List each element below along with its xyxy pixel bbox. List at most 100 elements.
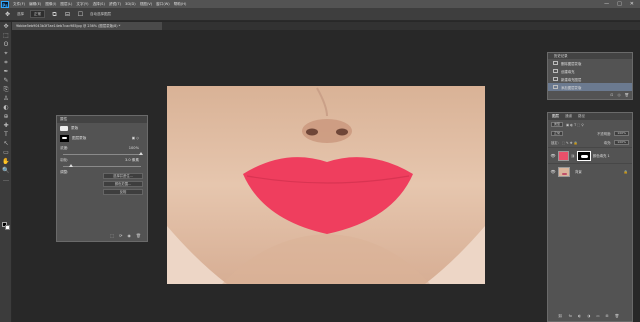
tool-icon[interactable]: … [0,175,12,184]
background-thumbnail[interactable] [558,166,570,177]
tool-icon[interactable]: ✚ [0,121,12,130]
apply-mask-icon[interactable]: ⟳ [119,233,122,238]
menu-edit[interactable]: 编辑(E) [29,2,41,7]
history-item[interactable]: 删除图层蒙版 [548,59,632,67]
density-slider[interactable] [63,152,143,155]
layer-filter-row: 类型 ▣ ◐ T ⬚ ⚲ [548,120,632,129]
kind-filter-select[interactable]: 类型 [551,122,564,127]
menu-view[interactable]: 视图(V) [140,2,152,7]
menu-image[interactable]: 图像(I) [45,2,56,7]
new-layer-icon[interactable]: ⊞ [606,314,609,318]
tool-icon[interactable]: ⊕ [0,112,12,121]
color-fill-thumbnail[interactable] [558,150,569,161]
history-step-icon [553,69,558,73]
chain-icon[interactable]: ⛓ [571,154,575,158]
mask-type-icons[interactable]: ▣ ◇ [132,136,139,140]
history-item-selected[interactable]: 添加图层蒙版 [548,83,632,91]
lock-icons[interactable]: ⬚ ✎ ✥ 🔒 [562,141,578,145]
tool-icon[interactable]: ✋ [0,157,12,166]
menu-file[interactable]: 文件(F) [13,2,25,7]
adjustment-layer-icon[interactable]: ◑ [587,314,590,318]
tool-icon[interactable]: ʘ [0,40,12,49]
menu-window[interactable]: 窗口(W) [156,2,170,7]
options-bar: ✥ 选择 正常 ⧉ ⊟ ☐ 自动选择图层 [0,8,640,21]
density-slider-knob[interactable] [139,152,143,155]
minimize-button[interactable]: — [604,1,609,7]
layer-row-color-fill[interactable]: 👁 ⛓ 颜色填充 1 [548,147,632,163]
maximize-button[interactable]: □ [617,1,622,7]
menu-layer[interactable]: 图层(L) [60,2,72,7]
density-value[interactable]: 100% [129,146,139,150]
menu-filter[interactable]: 滤镜(T) [109,2,121,7]
history-item-label: 添加图层蒙版 [561,85,582,90]
new-group-icon[interactable]: ▭ [596,314,599,318]
history-item[interactable]: 新建填充图层 [548,75,632,83]
tool-icon[interactable]: ✥ [0,22,12,31]
tool-icon[interactable]: T [0,130,12,139]
new-document-icon[interactable]: ⊡ [611,93,614,97]
tool-icon[interactable]: ↖ [0,139,12,148]
tab-channels[interactable]: 通道 [565,113,572,120]
layer-mask-thumbnail[interactable] [576,150,591,161]
snapshot-icon[interactable]: ◎ [617,93,620,97]
tool-icon[interactable]: ⌗ [0,58,12,67]
align-icon[interactable]: ⊟ [64,11,71,18]
tool-icon[interactable]: ✒ [0,67,12,76]
properties-title: 属性 [57,116,147,123]
move-tool-icon[interactable]: ✥ [4,11,11,18]
feather-value[interactable]: 3.0 像素 [125,158,139,163]
fx-icon[interactable]: fx [569,314,572,318]
menu-type[interactable]: 文字(Y) [76,2,88,7]
mask-label: 蒙版 [71,125,79,130]
document-tab[interactable]: 9bbbe5eb9043b3f7ae14eb7cac985jpg @ 236% … [12,22,162,30]
opacity-input[interactable]: 100% [614,131,629,136]
menu-help[interactable]: 帮助(H) [174,2,187,7]
tab-layers[interactable]: 图层 [552,113,559,120]
tab-paths[interactable]: 路径 [578,113,585,120]
tool-icon[interactable]: ♙ [0,94,12,103]
tool-icon[interactable]: ⌖ [0,49,12,58]
delete-layer-icon[interactable]: 🗑 [615,314,620,318]
blend-mode-select[interactable]: 正常 [551,131,564,136]
menu-3d[interactable]: 3D(D) [125,2,136,6]
history-item-label: 新建填充图层 [561,77,582,82]
checkbox-icon[interactable]: ☐ [77,11,84,18]
density-label: 浓度: [60,145,69,150]
feather-slider-knob[interactable] [68,164,73,167]
invert-button[interactable]: 反相 [103,189,143,195]
eye-icon[interactable]: 👁 [550,153,556,158]
lock-row: 锁定: ⬚ ✎ ✥ 🔒 填充: 100% [548,138,632,147]
window-controls: — □ ✕ [604,1,634,7]
history-item[interactable]: 创建填充 [548,67,632,75]
feather-slider[interactable] [63,164,141,167]
background-color-swatch[interactable] [5,225,10,230]
filter-icons[interactable]: ▣ ◐ T ⬚ ⚲ [566,123,584,127]
tool-icon[interactable]: ✎ [0,76,12,85]
tool-icon[interactable]: ▭ [0,148,12,157]
tool-icon[interactable]: ◐ [0,103,12,112]
link-layers-icon[interactable]: ⛓ [558,314,563,318]
close-button[interactable]: ✕ [630,1,634,7]
menu-bar: Ps 文件(F) 编辑(E) 图像(I) 图层(L) 文字(Y) 选择(S) 滤… [0,0,640,8]
delete-mask-icon[interactable]: 🗑 [136,233,141,238]
trash-icon[interactable]: 🗑 [625,93,629,97]
menu-select[interactable]: 选择(S) [93,2,105,7]
fill-input[interactable]: 100% [614,140,629,145]
select-and-mask-button[interactable]: 选择并遮住... [103,173,143,179]
layer-mask-label: 图层蒙版 [72,135,87,140]
layer-name: 背景 [575,170,582,174]
tool-icon[interactable]: ⎘ [0,85,12,94]
transform-icon[interactable]: ⧉ [51,11,58,18]
layer-row-background[interactable]: 👁 背景 🔒 [548,163,632,179]
color-range-button[interactable]: 颜色范围... [103,181,143,187]
tool-icon[interactable]: 🔍 [0,166,12,175]
history-panel: 历史记录 删除图层蒙版 创建填充 新建填充图层 添加图层蒙版 ⊡ ◎ 🗑 [547,52,633,100]
tool-icon[interactable]: ⬚ [0,31,12,40]
mask-thumbnail[interactable] [60,134,69,142]
eye-icon[interactable]: 👁 [550,169,556,174]
image-canvas[interactable] [167,86,485,284]
load-selection-icon[interactable]: ⬚ [110,233,114,238]
add-mask-icon[interactable]: ◐ [578,314,581,318]
disable-mask-icon[interactable]: ◉ [127,233,131,238]
mode-select[interactable]: 正常 [30,10,45,18]
